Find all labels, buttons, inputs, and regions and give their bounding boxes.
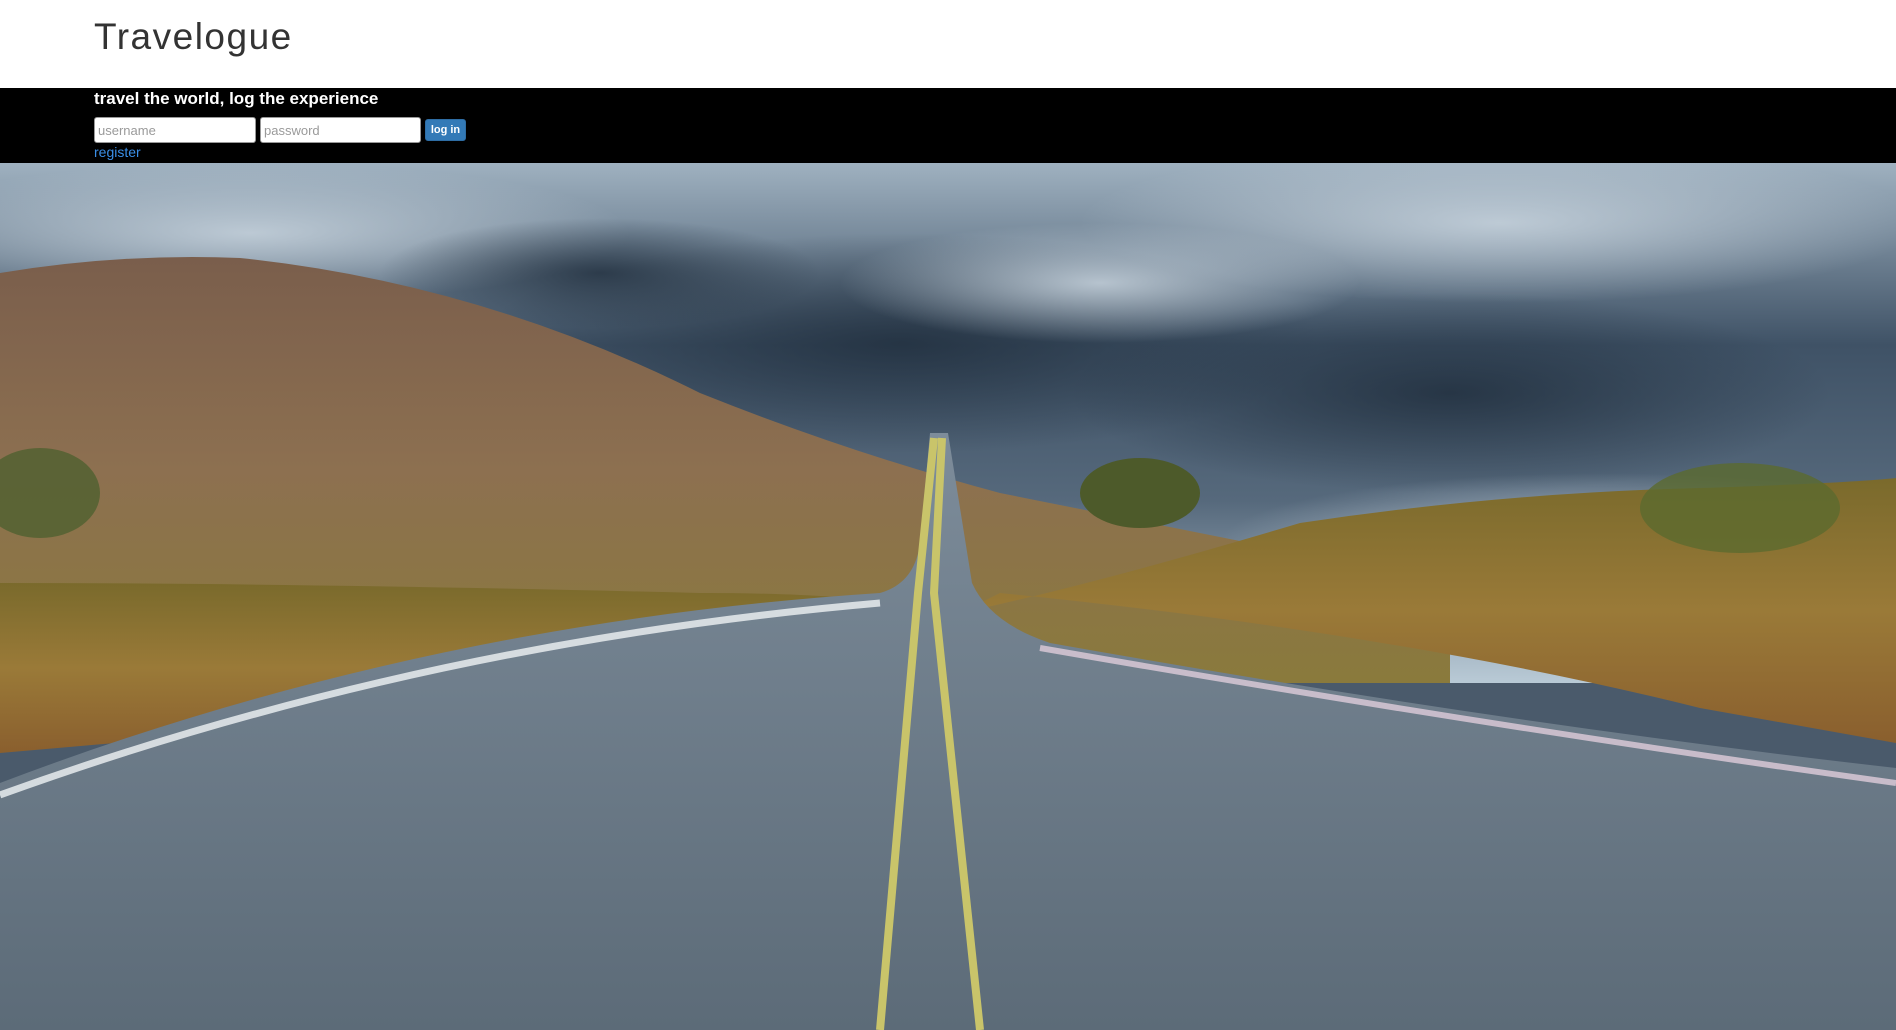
password-input[interactable] [260,117,421,143]
login-bar: travel the world, log the experience log… [0,88,1896,163]
register-link[interactable]: register [94,144,141,160]
username-input[interactable] [94,117,256,143]
hero-image [0,163,1896,1030]
road-landscape-image [0,163,1896,1030]
login-button[interactable]: log in [425,119,466,141]
tagline: travel the world, log the experience [94,89,379,108]
site-header: Travelogue [0,0,1896,88]
site-brand-title[interactable]: Travelogue [94,16,293,58]
